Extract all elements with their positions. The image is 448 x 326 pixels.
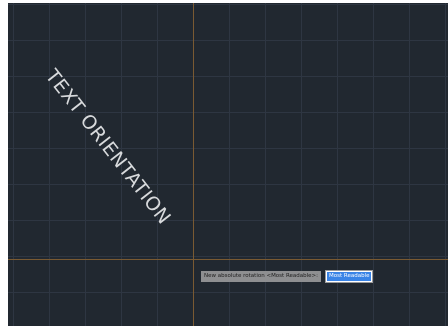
rotation-input-value[interactable]: Most Readable (327, 272, 372, 281)
prompt-label: New absolute rotation <Most Readable>: (201, 271, 321, 282)
rotation-input[interactable]: Most Readable (325, 270, 374, 283)
drawing-canvas[interactable]: TEXT ORIENTATION New absolute rotation <… (8, 3, 448, 326)
crosshair-vertical-line (193, 3, 194, 326)
crosshair-horizontal-line (8, 259, 448, 260)
drawing-text: TEXT ORIENTATION (40, 65, 176, 229)
dynamic-input-prompt: New absolute rotation <Most Readable>: M… (201, 270, 374, 283)
